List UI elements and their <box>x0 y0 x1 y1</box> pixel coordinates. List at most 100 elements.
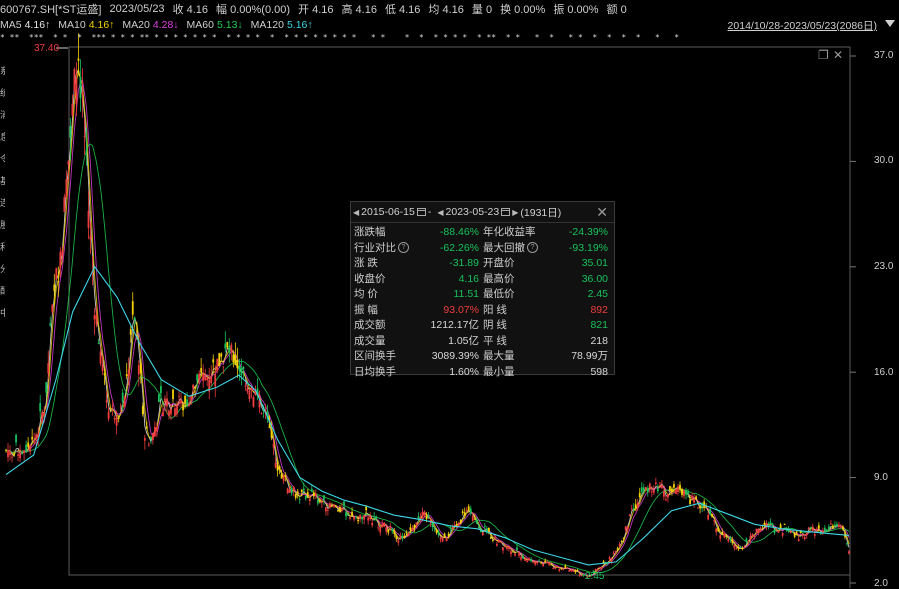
left-info-strip[interactable]: 系统消息令基连股利分配中 <box>0 44 6 588</box>
candle-body <box>365 506 368 511</box>
candle-body <box>244 385 247 387</box>
candle-body <box>564 565 567 568</box>
candle-body <box>508 546 510 550</box>
candle-body <box>345 512 347 517</box>
left-strip-item[interactable]: 分 <box>0 262 5 275</box>
stat-value: 892 <box>590 303 608 316</box>
candle-body <box>11 456 13 458</box>
candle-body <box>634 504 637 509</box>
candle-body <box>23 450 26 453</box>
stat-row: 日均换手 1.60% <box>354 365 483 381</box>
candle-body <box>622 538 625 540</box>
stat-label: 振 幅 <box>354 303 378 316</box>
stat-label: 阳 线 <box>483 303 507 316</box>
candle-body <box>570 570 573 571</box>
candle-body <box>31 436 34 440</box>
candle-body <box>715 528 718 533</box>
candle-body <box>41 412 44 423</box>
calendar-icon[interactable] <box>416 208 426 216</box>
candle-body <box>280 474 283 479</box>
ma10-legend[interactable]: MA10 4.16↑ <box>58 19 114 31</box>
next-end-icon[interactable]: ▶ <box>512 208 518 217</box>
candle-body <box>642 487 645 491</box>
interval-stats-panel[interactable]: ◀ 2015-06-15 - ◀ 2023-05-23 ▶ (1931日) ✕ … <box>350 201 615 378</box>
left-strip-item[interactable]: 消 <box>0 108 5 121</box>
candle-body <box>226 342 229 348</box>
stat-value: 598 <box>590 365 608 378</box>
stat-row: 阴 线 821 <box>483 318 612 334</box>
candle-body <box>640 487 643 493</box>
close-icon[interactable]: ✕ <box>596 204 608 221</box>
interval-stats-header: ◀ 2015-06-15 - ◀ 2023-05-23 ▶ (1931日) <box>351 202 614 223</box>
candle-body <box>445 538 448 542</box>
left-strip-item[interactable]: 股 <box>0 218 5 231</box>
candle-body <box>158 394 160 403</box>
left-strip-item[interactable]: 统 <box>0 86 5 99</box>
left-strip-item[interactable]: 配 <box>0 284 5 297</box>
candle-body <box>671 488 673 492</box>
ma120-legend[interactable]: MA120 5.16↑ <box>251 19 313 31</box>
candle-body <box>252 397 255 407</box>
candle-body <box>638 492 641 498</box>
ma20-legend[interactable]: MA20 4.28↓ <box>122 19 178 31</box>
candle-body <box>405 532 408 534</box>
candle-body <box>107 411 110 419</box>
candle-body <box>172 389 174 400</box>
candle-body <box>103 373 106 376</box>
candle-body <box>178 396 180 398</box>
left-strip-item[interactable]: 中 <box>0 306 5 319</box>
candle-body <box>166 398 168 407</box>
candle-body <box>725 535 728 537</box>
dropdown-arrow-icon[interactable] <box>885 20 895 27</box>
stat-row: 成交量 1.05亿 <box>354 334 483 350</box>
left-strip-item[interactable]: 系 <box>0 64 5 77</box>
candle-body <box>379 527 382 533</box>
candle-body <box>769 521 772 525</box>
ma5-legend[interactable]: MA5 4.16↑ <box>0 19 50 31</box>
restore-icon[interactable]: ❐ <box>818 49 830 61</box>
candle-body <box>395 535 398 539</box>
candle-body <box>99 351 102 364</box>
candle-body <box>709 509 712 514</box>
candle-body <box>465 510 468 512</box>
left-strip-item[interactable]: 基 <box>0 174 5 187</box>
help-icon[interactable]: ? <box>527 242 538 254</box>
candle-body <box>65 179 68 197</box>
left-strip-item[interactable]: 利 <box>0 240 5 253</box>
candle-body <box>542 563 545 566</box>
stat-value: 218 <box>590 334 608 347</box>
left-strip-item[interactable]: 连 <box>0 196 5 209</box>
candle-body <box>246 388 249 392</box>
end-date[interactable]: 2023-05-23 <box>446 206 500 218</box>
candle-body <box>238 365 241 371</box>
calendar-icon[interactable] <box>501 208 511 216</box>
close-icon[interactable]: ✕ <box>833 49 845 61</box>
candle-body <box>371 522 374 526</box>
candle-body <box>302 488 305 491</box>
date-range-link[interactable]: 2014/10/28-2023/05/23(2086日) <box>728 18 877 33</box>
help-icon[interactable]: ? <box>398 242 409 254</box>
candle-body <box>745 538 748 542</box>
candle-body <box>145 426 148 429</box>
candle-body <box>747 541 750 542</box>
left-strip-item[interactable]: 令 <box>0 152 5 165</box>
candle-body <box>39 403 42 412</box>
y-tick-label: 37.0 <box>874 50 894 61</box>
left-strip-item[interactable]: 息 <box>0 130 5 143</box>
prev-end-icon[interactable]: ◀ <box>437 208 443 217</box>
candle-body <box>455 523 458 525</box>
candle-body <box>385 527 388 532</box>
close-price: 收 4.16 <box>172 4 209 16</box>
stat-label: 最高价 <box>483 272 515 285</box>
candle-body <box>518 552 520 556</box>
ma60-legend[interactable]: MA60 5.13↓ <box>187 19 243 31</box>
stock-code[interactable]: 600767.SH[*ST运盛] <box>0 1 102 17</box>
event-marker-row[interactable]: * ** *** * * * *** * * * ** * * * * * * … <box>0 33 899 43</box>
candle-body <box>699 506 702 509</box>
candle-body <box>801 534 804 535</box>
candle-body <box>530 559 533 562</box>
prev-start-icon[interactable]: ◀ <box>353 208 359 217</box>
stat-label: 阴 线 <box>483 319 507 331</box>
candle-body <box>97 343 100 344</box>
start-date[interactable]: 2015-06-15 <box>361 206 415 218</box>
